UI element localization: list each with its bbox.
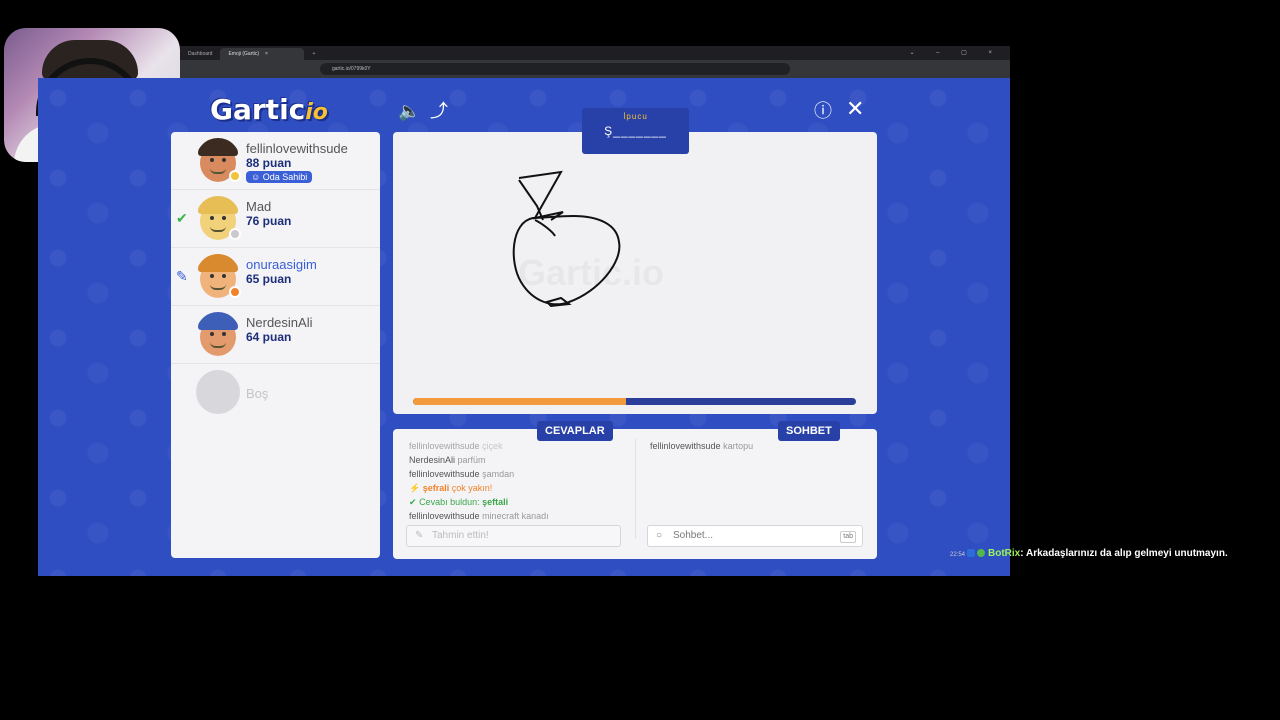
player-points: 64 puan xyxy=(246,330,292,344)
sound-icon[interactable]: 🔈 xyxy=(398,102,420,120)
new-tab-button[interactable]: + xyxy=(304,48,323,60)
player-name: NerdesinAli xyxy=(246,315,313,330)
search-icon: ○ xyxy=(656,530,663,541)
browser-tab-active[interactable]: Emoji (Gartic) × xyxy=(220,48,305,60)
lightning-icon: ⚡ xyxy=(409,483,421,493)
gartic-logo: Garticio xyxy=(210,93,328,126)
close-tab-icon[interactable]: × xyxy=(265,51,268,57)
player-points: 88 puan xyxy=(246,156,292,170)
verified-icon xyxy=(977,549,986,557)
list-item: fellinlovewithsude kartopu xyxy=(650,441,754,451)
status-dot xyxy=(229,286,241,298)
list-item: fellinlovewithsude minecraft kanadı xyxy=(409,511,549,521)
tab-strip: Dashboard Emoji (Gartic) × + ⌄ – ▢ × xyxy=(180,46,1010,60)
found-answer-item: ✔ Cevabı buldun: şeftali xyxy=(409,497,509,507)
drawing-strokes xyxy=(512,170,621,308)
list-item: fellinlovewithsude çiçek xyxy=(409,441,503,451)
info-icon[interactable]: ⓘ xyxy=(814,102,832,120)
stream-frame: Dashboard Emoji (Gartic) × + ⌄ – ▢ × gart… xyxy=(0,0,1280,720)
list-item: NerdesinAli parfüm xyxy=(409,455,486,465)
empty-slot-label: Boş xyxy=(246,386,269,401)
chat-username: BotRix xyxy=(988,548,1021,559)
drawing-canvas[interactable]: Gartic.io ⚠ xyxy=(393,132,877,414)
window-controls[interactable]: ⌄ – ▢ × xyxy=(909,49,1002,56)
game-viewport: Garticio 🔈 ⤴ ⓘ ✕ fellinlovewithsude 88 p… xyxy=(38,78,1010,576)
close-icon[interactable]: ✕ xyxy=(846,98,864,120)
player-avatar xyxy=(196,312,240,356)
list-item: fellinlovewithsude şamdan xyxy=(409,469,515,479)
close-guess-item: ⚡ şefrali çok yakın! xyxy=(409,483,493,493)
room-owner-badge: ☺ Oda Sahibi xyxy=(246,171,313,183)
correct-check-icon: ✔ xyxy=(176,210,188,226)
share-icon[interactable]: ⤴ xyxy=(430,102,448,120)
empty-avatar-icon xyxy=(196,370,240,414)
chat-input[interactable]: ○ Sohbet... tab xyxy=(647,525,863,547)
player-row[interactable]: NerdesinAli 64 puan xyxy=(171,306,380,364)
empty-slot: Boş xyxy=(171,364,380,422)
stream-chat-message: 22:54 BotRix: Arkadaşlarınızı da alıp gel… xyxy=(950,546,1250,563)
hint-title: İpucu xyxy=(623,112,648,121)
player-points: 65 puan xyxy=(246,272,292,286)
chat-list: fellinlovewithsude kartopu xyxy=(650,441,753,451)
player-row[interactable]: ✔ Mad 76 puan xyxy=(171,190,380,248)
tab-chat[interactable]: SOHBET xyxy=(778,421,840,441)
chat-text: : Arkadaşlarınızı da alıp gelmeyi unutma… xyxy=(1020,548,1228,559)
tab-key-hint: tab xyxy=(840,531,856,543)
check-icon: ✔ xyxy=(409,497,417,507)
guess-input[interactable]: ✎ Tahmin ettin! xyxy=(406,525,621,547)
status-dot xyxy=(229,170,241,182)
status-dot xyxy=(229,228,241,240)
hint-word: Ş_______ xyxy=(604,124,667,138)
player-points: 76 puan xyxy=(246,214,292,228)
player-list: fellinlovewithsude 88 puan ☺ Oda Sahibi … xyxy=(171,132,380,558)
mod-badge-icon xyxy=(967,549,976,557)
player-name: Mad xyxy=(246,199,272,214)
hint-box: İpucu Ş_______ xyxy=(582,108,689,154)
drawing-pencil-icon: ✎ xyxy=(176,268,188,284)
chat-timestamp: 22:54 xyxy=(950,552,966,558)
player-name: onuraasigim xyxy=(246,257,317,272)
browser-window: Dashboard Emoji (Gartic) × + ⌄ – ▢ × gart… xyxy=(180,46,1010,78)
player-row[interactable]: fellinlovewithsude 88 puan ☺ Oda Sahibi xyxy=(171,132,380,190)
pencil-icon: ✎ xyxy=(415,530,424,541)
url-input[interactable]: gartic.io/0799k0Y xyxy=(320,63,790,75)
player-name: fellinlovewithsude xyxy=(246,141,348,156)
browser-tab[interactable]: Dashboard xyxy=(180,48,220,60)
round-timer-bar xyxy=(413,398,856,405)
address-bar: gartic.io/0799k0Y xyxy=(180,60,1010,78)
answers-chat-panel: CEVAPLAR SOHBET fellinlovewithsude çiçek… xyxy=(393,421,877,559)
player-row[interactable]: ✎ onuraasigim 65 puan xyxy=(171,248,380,306)
tab-answers[interactable]: CEVAPLAR xyxy=(537,421,613,441)
answers-list: fellinlovewithsude çiçek NerdesinAli par… xyxy=(409,439,619,523)
